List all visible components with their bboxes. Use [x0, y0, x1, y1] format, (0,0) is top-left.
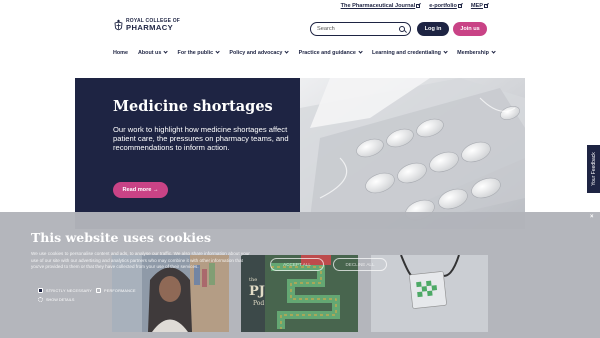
- chevron-down-icon: [443, 49, 448, 55]
- main-nav: Home About us For the public Policy and …: [113, 49, 505, 56]
- nav-label: Membership: [457, 50, 489, 56]
- mep-link[interactable]: MEP: [471, 3, 488, 9]
- pj-pod-text-the: the: [249, 277, 257, 283]
- pj-pod-text-pj: PJ: [249, 284, 265, 299]
- nav-label: Home: [113, 50, 128, 56]
- nav-label: About us: [137, 50, 162, 56]
- nav-item-home[interactable]: Home: [113, 50, 128, 56]
- nav-label: Policy and advocacy: [229, 50, 283, 56]
- accept-all-button[interactable]: ACCEPT ALL: [270, 258, 324, 271]
- checkbox-performance[interactable]: PERFORMANCE: [96, 288, 136, 293]
- nav-label: Practice and guidance: [298, 50, 356, 56]
- rpharms-logo[interactable]: ROYAL COLLEGE OF PHARMACY: [114, 18, 180, 33]
- hero-description: Our work to highlight how medicine short…: [113, 125, 289, 152]
- external-link-icon: [416, 4, 421, 8]
- decline-all-button[interactable]: DECLINE ALL: [333, 258, 387, 271]
- nav-label: For the public: [177, 50, 214, 56]
- search-box: [310, 22, 411, 36]
- chevron-down-icon: [284, 49, 290, 55]
- nav-item-practice-and-guidance[interactable]: Practice and guidance: [298, 49, 363, 56]
- crest-icon: [114, 19, 123, 31]
- nav-item-for-the-public[interactable]: For the public: [177, 49, 221, 56]
- gear-icon: [38, 297, 43, 302]
- nav-item-learning-and-credentialing[interactable]: Learning and credentialing: [372, 49, 448, 56]
- cookie-close-icon[interactable]: ×: [590, 214, 594, 220]
- logo-wordmark: ROYAL COLLEGE OF PHARMACY: [126, 18, 180, 33]
- checkbox-label: PERFORMANCE: [104, 288, 136, 293]
- cookie-description: We use cookies to personalise content an…: [31, 251, 250, 270]
- pharmaceutical-journal-label: The Pharmaceutical Journal: [340, 3, 416, 9]
- external-link-icon: [457, 4, 462, 8]
- external-link-icon: [484, 4, 488, 8]
- hero-image-pill-blisters: [300, 78, 525, 229]
- chevron-down-icon: [358, 49, 363, 55]
- feedback-tab[interactable]: Your Feedback: [587, 145, 600, 193]
- show-details-toggle[interactable]: SHOW DETAILS: [38, 297, 74, 302]
- checkbox-label: STRICTLY NECESSARY: [46, 288, 93, 293]
- search-input[interactable]: [311, 26, 396, 32]
- hero-title: Medicine shortages: [113, 98, 273, 115]
- chevron-down-icon: [491, 49, 496, 55]
- mep-label: MEP: [470, 3, 483, 9]
- pharmaceutical-journal-link[interactable]: The Pharmaceutical Journal: [341, 3, 421, 9]
- feedback-label: Your Feedback: [590, 152, 597, 186]
- show-details-label: SHOW DETAILS: [46, 297, 75, 302]
- utility-links: The Pharmaceutical Journal e-portfolio M…: [341, 3, 488, 9]
- e-portfolio-label: e-portfolio: [429, 3, 457, 9]
- checkbox-strictly-necessary[interactable]: STRICTLY NECESSARY: [38, 288, 92, 293]
- search-icon[interactable]: [399, 25, 405, 32]
- join-us-button[interactable]: Join us: [453, 22, 487, 36]
- checkbox-unchecked-icon: [96, 288, 101, 293]
- login-button[interactable]: Log in: [417, 22, 449, 36]
- pj-pod-text-pod: Pod: [253, 300, 264, 307]
- nav-item-about-us[interactable]: About us: [137, 49, 169, 56]
- read-more-button[interactable]: Read more →: [113, 182, 168, 198]
- nav-label: Learning and credentialing: [372, 50, 441, 56]
- chevron-down-icon: [163, 49, 169, 55]
- e-portfolio-link[interactable]: e-portfolio: [429, 3, 462, 9]
- nav-item-policy-and-advocacy[interactable]: Policy and advocacy: [229, 49, 290, 56]
- logo-line-2: PHARMACY: [126, 23, 174, 33]
- checkbox-checked-icon: [38, 288, 43, 293]
- card-image-lanyard-badge[interactable]: [371, 255, 488, 332]
- nav-item-membership[interactable]: Membership: [457, 49, 496, 56]
- chevron-down-icon: [215, 49, 221, 55]
- cookie-title: This website uses cookies: [31, 230, 211, 245]
